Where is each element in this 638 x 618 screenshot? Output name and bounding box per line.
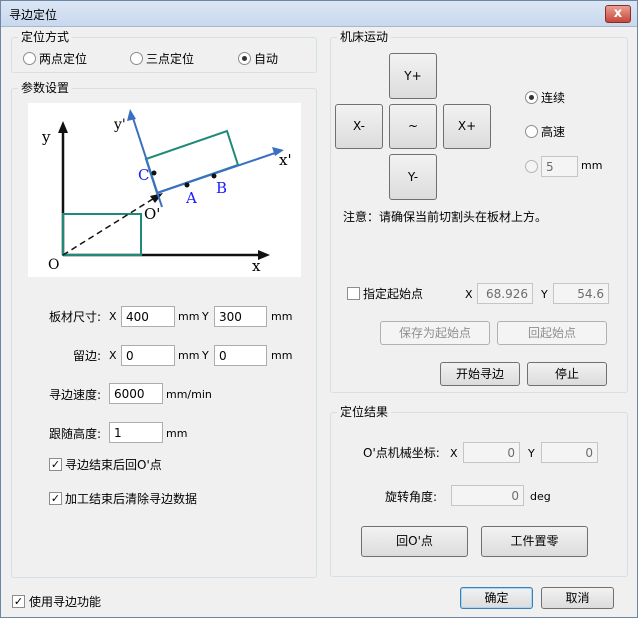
ok-button[interactable]: 确定 [460,587,533,609]
height-input[interactable]: 1 [109,422,163,443]
sheet-size-unit-y: mm [271,310,293,323]
jog-center-button[interactable]: ~ [389,104,437,149]
sheet-size-y-label: Y [202,310,209,323]
speed-unit: mm/min [166,388,212,401]
label-x: x [252,257,261,275]
title-bar: 寻边定位 x [1,1,637,27]
stop-button[interactable]: 停止 [527,362,607,386]
radio-continuous-label[interactable]: 连续 [541,91,565,105]
sheet-size-x-label: X [109,310,117,323]
positioning-group-title: 定位方式 [18,30,73,44]
height-label: 跟随高度: [49,427,102,441]
sheet-size-label: 板材尺寸: [49,310,102,324]
result-y-label: Y [528,447,535,460]
radio-high-speed[interactable] [525,125,538,138]
point-b [211,173,217,179]
params-group-title: 参数设置 [18,81,73,95]
label-b: B [216,179,227,197]
back-start-button[interactable]: 回起始点 [497,321,607,345]
height-unit: mm [166,427,188,440]
dialog-window: 寻边定位 x 定位方式 两点定位 三点定位 自动 参数设置 y' y x' C … [0,0,638,618]
back-o-button[interactable]: 回O'点 [361,526,468,557]
start-point-x-label: X [465,288,473,301]
jog-x-minus-button[interactable]: X- [335,104,383,149]
label-o: O [48,257,59,273]
radio-two-point-label[interactable]: 两点定位 [39,52,87,66]
margin-y-label: Y [202,349,209,362]
point-c [151,170,157,176]
result-group-title: 定位结果 [337,405,392,419]
return-o-checkbox[interactable]: ✓ [49,458,62,471]
workpiece-zero-button[interactable]: 工件置零 [481,526,588,557]
step-unit: mm [581,159,603,172]
save-start-button[interactable]: 保存为起始点 [380,321,490,345]
margin-x-label: X [109,349,117,362]
start-point-checkbox[interactable] [347,287,360,300]
machine-group-title: 机床运动 [337,30,392,44]
margin-x-input[interactable]: 0 [121,345,175,366]
radio-high-speed-label[interactable]: 高速 [541,125,565,139]
clear-data-checkbox[interactable]: ✓ [49,492,62,505]
angle-label: 旋转角度: [385,490,438,504]
start-point-x-input[interactable]: 68.926 [477,283,533,304]
result-x-input[interactable]: 0 [463,442,520,463]
start-point-label[interactable]: 指定起始点 [363,287,423,301]
clear-data-label[interactable]: 加工结束后清除寻边数据 [65,492,197,506]
return-o-label[interactable]: 寻边结束后回O'点 [65,458,162,472]
speed-input[interactable]: 6000 [109,383,163,404]
margin-y-input[interactable]: 0 [214,345,267,366]
sheet-size-y-input[interactable]: 300 [214,306,267,327]
sheet-size-x-input[interactable]: 400 [121,306,175,327]
label-y-prime: y' [113,117,126,133]
label-o-prime: O' [144,205,160,223]
radio-auto-label[interactable]: 自动 [254,52,278,66]
speed-label: 寻边速度: [49,388,102,402]
radio-three-point-label[interactable]: 三点定位 [146,52,194,66]
caution-note: 注意：请确保当前切割头在板材上方。 [343,210,548,224]
radio-continuous[interactable] [525,91,538,104]
start-point-y-label: Y [541,288,548,301]
radio-step[interactable] [525,160,538,173]
result-x-label: X [450,447,458,460]
jog-x-plus-button[interactable]: X+ [443,104,491,149]
label-c: C [138,166,149,184]
sheet-size-unit-x: mm [178,310,200,323]
radio-auto[interactable] [238,52,251,65]
edge-diagram: y' y x' C A B O' O x [28,103,301,277]
point-a [184,182,190,188]
window-title: 寻边定位 [9,8,58,22]
label-a: A [185,189,197,207]
margin-unit-y: mm [271,349,293,362]
radio-three-point[interactable] [130,52,143,65]
margin-label: 留边: [73,349,102,363]
angle-unit: deg [530,490,551,503]
label-x-prime: x' [279,151,292,169]
result-y-input[interactable]: 0 [541,442,598,463]
result-coord-label: O'点机械坐标: [363,446,440,460]
label-y: y [41,128,51,146]
angle-input[interactable]: 0 [451,485,524,506]
jog-y-minus-button[interactable]: Y- [389,154,437,200]
use-edge-checkbox[interactable]: ✓ [12,595,25,608]
step-input[interactable]: 5 [541,156,578,177]
close-button[interactable]: x [605,5,631,23]
use-edge-label[interactable]: 使用寻边功能 [29,595,101,609]
cancel-button[interactable]: 取消 [541,587,614,609]
radio-two-point[interactable] [23,52,36,65]
jog-y-plus-button[interactable]: Y+ [389,53,437,99]
start-edge-button[interactable]: 开始寻边 [440,362,520,386]
start-point-y-input[interactable]: 54.6 [553,283,609,304]
margin-unit-x: mm [178,349,200,362]
